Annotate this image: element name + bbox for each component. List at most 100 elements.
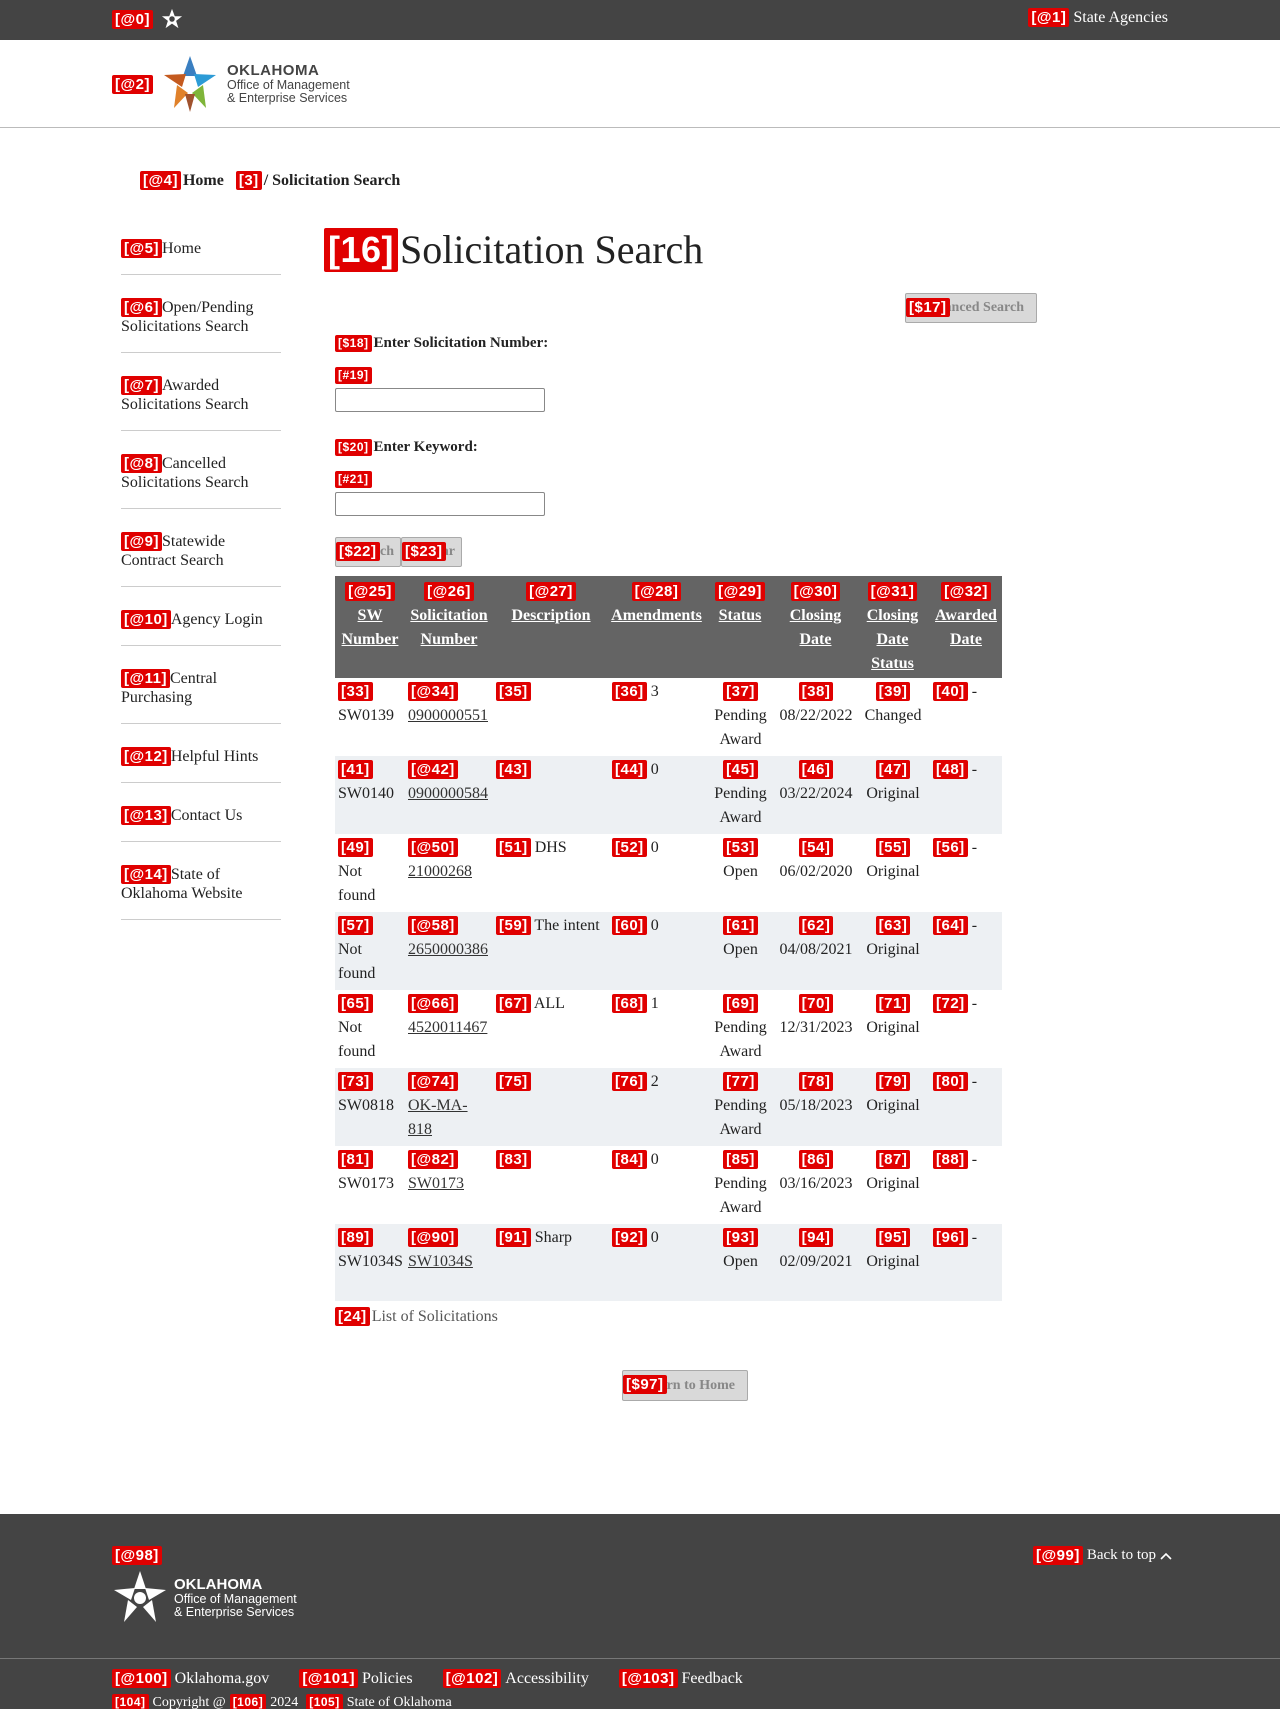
sidebar-item-label[interactable]: Agency Login bbox=[171, 611, 263, 628]
table-cell-desc: [67] ALL bbox=[493, 990, 609, 1068]
solicitation-number-link[interactable]: OK-MA-818 bbox=[408, 1097, 468, 1138]
keyword-label: [$20] Enter Keyword: bbox=[335, 439, 478, 456]
footer-link-label[interactable]: Feedback bbox=[682, 1670, 743, 1688]
keyword-input[interactable] bbox=[335, 492, 545, 516]
marker-tag: [@6] bbox=[121, 298, 162, 317]
back-to-top-link[interactable]: [@99] Back to top bbox=[1033, 1546, 1172, 1565]
sidebar-item[interactable]: [@13] Contact Us bbox=[121, 799, 281, 842]
marker-tag: [52] bbox=[612, 838, 647, 857]
sidebar-item[interactable]: [@14] State of Oklahoma Website bbox=[121, 858, 281, 920]
sidebar-item[interactable]: [@8] Cancelled Solicitations Search bbox=[121, 447, 281, 509]
footer-logo-link[interactable]: [@98] OKLAHOMA Office of Management & En… bbox=[112, 1546, 297, 1627]
column-header[interactable]: [@32] Awarded Date bbox=[930, 576, 1002, 678]
marker-tag: [#19] bbox=[335, 367, 372, 384]
marker-tag: [62] bbox=[798, 916, 834, 935]
table-cell-closing: [62] 04/08/2021 bbox=[776, 912, 855, 990]
column-header[interactable]: [@30] Closing Date bbox=[776, 576, 855, 678]
footer-link-label[interactable]: Accessibility bbox=[505, 1670, 589, 1688]
column-header[interactable]: [@29] Status bbox=[704, 576, 776, 678]
table-cell-closing: [54] 06/02/2020 bbox=[776, 834, 855, 912]
solicitation-number-link[interactable]: 2650000386 bbox=[408, 941, 488, 958]
column-header[interactable]: [@27] Description bbox=[493, 576, 609, 678]
solicitation-number-link[interactable]: 21000268 bbox=[408, 863, 472, 880]
sidebar-item[interactable]: [@10] Agency Login bbox=[121, 603, 281, 646]
sidebar-item[interactable]: [@12] Helpful Hints bbox=[121, 740, 281, 783]
cell-value: 0 bbox=[650, 1151, 659, 1168]
cell-value: The intent bbox=[534, 917, 600, 934]
solicitation-number-link[interactable]: 0900000551 bbox=[408, 707, 488, 724]
table-row: [65] Not found [@66] 4520011467 [67] ALL [68]… bbox=[335, 990, 1002, 1068]
table-cell-status: [45] Pending Award bbox=[704, 756, 776, 834]
table-cell-status: [77] Pending Award bbox=[704, 1068, 776, 1146]
solicitation-number-link[interactable]: 0900000584 bbox=[408, 785, 488, 802]
column-header-link[interactable]: Solicitation Number bbox=[410, 607, 487, 648]
sidebar-item-label[interactable]: Contact Us bbox=[171, 807, 243, 824]
search-button[interactable]: [$22] Search bbox=[335, 537, 401, 567]
marker-tag: [64] bbox=[933, 916, 968, 935]
marker-tag: [53] bbox=[723, 838, 758, 857]
sidebar-item[interactable]: [@6] Open/Pending Solicitations Search bbox=[121, 291, 281, 353]
marker-tag: [@74] bbox=[408, 1072, 458, 1091]
return-home-button[interactable]: [$97] Return to Home bbox=[622, 1370, 748, 1401]
marker-tag: [@98] bbox=[112, 1546, 162, 1565]
state-agencies-link[interactable]: [@1] State Agencies bbox=[1028, 8, 1168, 27]
footer-star-logo-icon bbox=[114, 1571, 166, 1622]
sidebar-item[interactable]: [@11] Central Purchasing bbox=[121, 662, 281, 724]
footer-link[interactable]: [@103] Feedback bbox=[618, 1669, 743, 1688]
omes-logo-link[interactable]: [@2] OKLAHOMA Office of Management & Ent… bbox=[112, 54, 350, 114]
column-header[interactable]: [@31] Closing Date Status bbox=[855, 576, 930, 678]
footer-link[interactable]: [@102] Accessibility bbox=[442, 1669, 589, 1688]
marker-tag: [56] bbox=[933, 838, 968, 857]
column-header-link[interactable]: Closing Date bbox=[790, 607, 842, 648]
cell-value: 12/31/2023 bbox=[779, 1019, 853, 1036]
marker-tag: [@0] bbox=[112, 9, 153, 29]
oklahoma-star-icon[interactable] bbox=[161, 8, 183, 30]
solicitation-number-link[interactable]: SW1034S bbox=[408, 1253, 473, 1270]
marker-tag: [105] bbox=[306, 1694, 343, 1709]
table-cell-sol: [@50] 21000268 bbox=[405, 834, 493, 912]
page-title: [16] Solicitation Search bbox=[324, 226, 703, 273]
column-header-link[interactable]: Amendments bbox=[611, 607, 702, 624]
cell-value: Not found bbox=[338, 1019, 376, 1060]
sidebar-item[interactable]: [@5] Home bbox=[121, 232, 281, 275]
cell-value: Open bbox=[723, 941, 758, 958]
column-header-link[interactable]: Awarded Date bbox=[935, 607, 997, 648]
marker-tag: [70] bbox=[798, 994, 834, 1013]
clear-button[interactable]: [$23] Clear bbox=[401, 537, 462, 567]
solicitation-number-input[interactable] bbox=[335, 388, 545, 412]
table-cell-closing: [70] 12/31/2023 bbox=[776, 990, 855, 1068]
cell-value: - bbox=[971, 761, 978, 778]
column-header-link[interactable]: Description bbox=[511, 607, 590, 624]
table-cell-cstatus: [39] Changed bbox=[855, 678, 930, 756]
column-header[interactable]: [@28] Amendments bbox=[609, 576, 704, 678]
sidebar-item[interactable]: [@9] Statewide Contract Search bbox=[121, 525, 281, 587]
table-cell-cstatus: [87] Original bbox=[855, 1146, 930, 1224]
marker-tag: [@5] bbox=[121, 239, 162, 258]
marker-tag: [3] bbox=[235, 171, 262, 190]
sidebar-item-label[interactable]: Home bbox=[162, 240, 201, 257]
column-header[interactable]: [@26] Solicitation Number bbox=[405, 576, 493, 678]
footer-link-label[interactable]: Oklahoma.gov bbox=[175, 1670, 270, 1688]
footer-link[interactable]: [@100] Oklahoma.gov bbox=[112, 1669, 269, 1688]
advanced-search-button[interactable]: [$17] Advanced Search bbox=[905, 293, 1037, 323]
marker-tag: [33] bbox=[338, 682, 373, 701]
column-header-link[interactable]: SW Number bbox=[342, 607, 399, 648]
marker-tag: [$97] bbox=[623, 1375, 667, 1394]
table-cell-cstatus: [63] Original bbox=[855, 912, 930, 990]
marker-tag: [@90] bbox=[408, 1228, 458, 1247]
column-header-link[interactable]: Closing Date Status bbox=[867, 607, 919, 672]
footer-link-label[interactable]: Policies bbox=[362, 1670, 413, 1688]
footer-link[interactable]: [@101] Policies bbox=[299, 1669, 413, 1688]
marker-tag: [43] bbox=[496, 760, 531, 779]
solicitation-number-link[interactable]: 4520011467 bbox=[408, 1019, 487, 1036]
sidebar-item-label[interactable]: Helpful Hints bbox=[171, 748, 259, 765]
column-header-link[interactable]: Status bbox=[719, 607, 762, 624]
table-row: [41] SW0140 [@42] 0900000584 [43] [44] 0 [45]… bbox=[335, 756, 1002, 834]
table-cell-sw: [57] Not found bbox=[335, 912, 405, 990]
site-footer: [@98] OKLAHOMA Office of Management & En… bbox=[0, 1514, 1280, 1709]
breadcrumb-home-link[interactable]: Home bbox=[183, 172, 224, 190]
sidebar-item[interactable]: [@7] Awarded Solicitations Search bbox=[121, 369, 281, 431]
page-title-text: Solicitation Search bbox=[400, 227, 704, 272]
solicitation-number-link[interactable]: SW0173 bbox=[408, 1175, 464, 1192]
column-header[interactable]: [@25] SW Number bbox=[335, 576, 405, 678]
